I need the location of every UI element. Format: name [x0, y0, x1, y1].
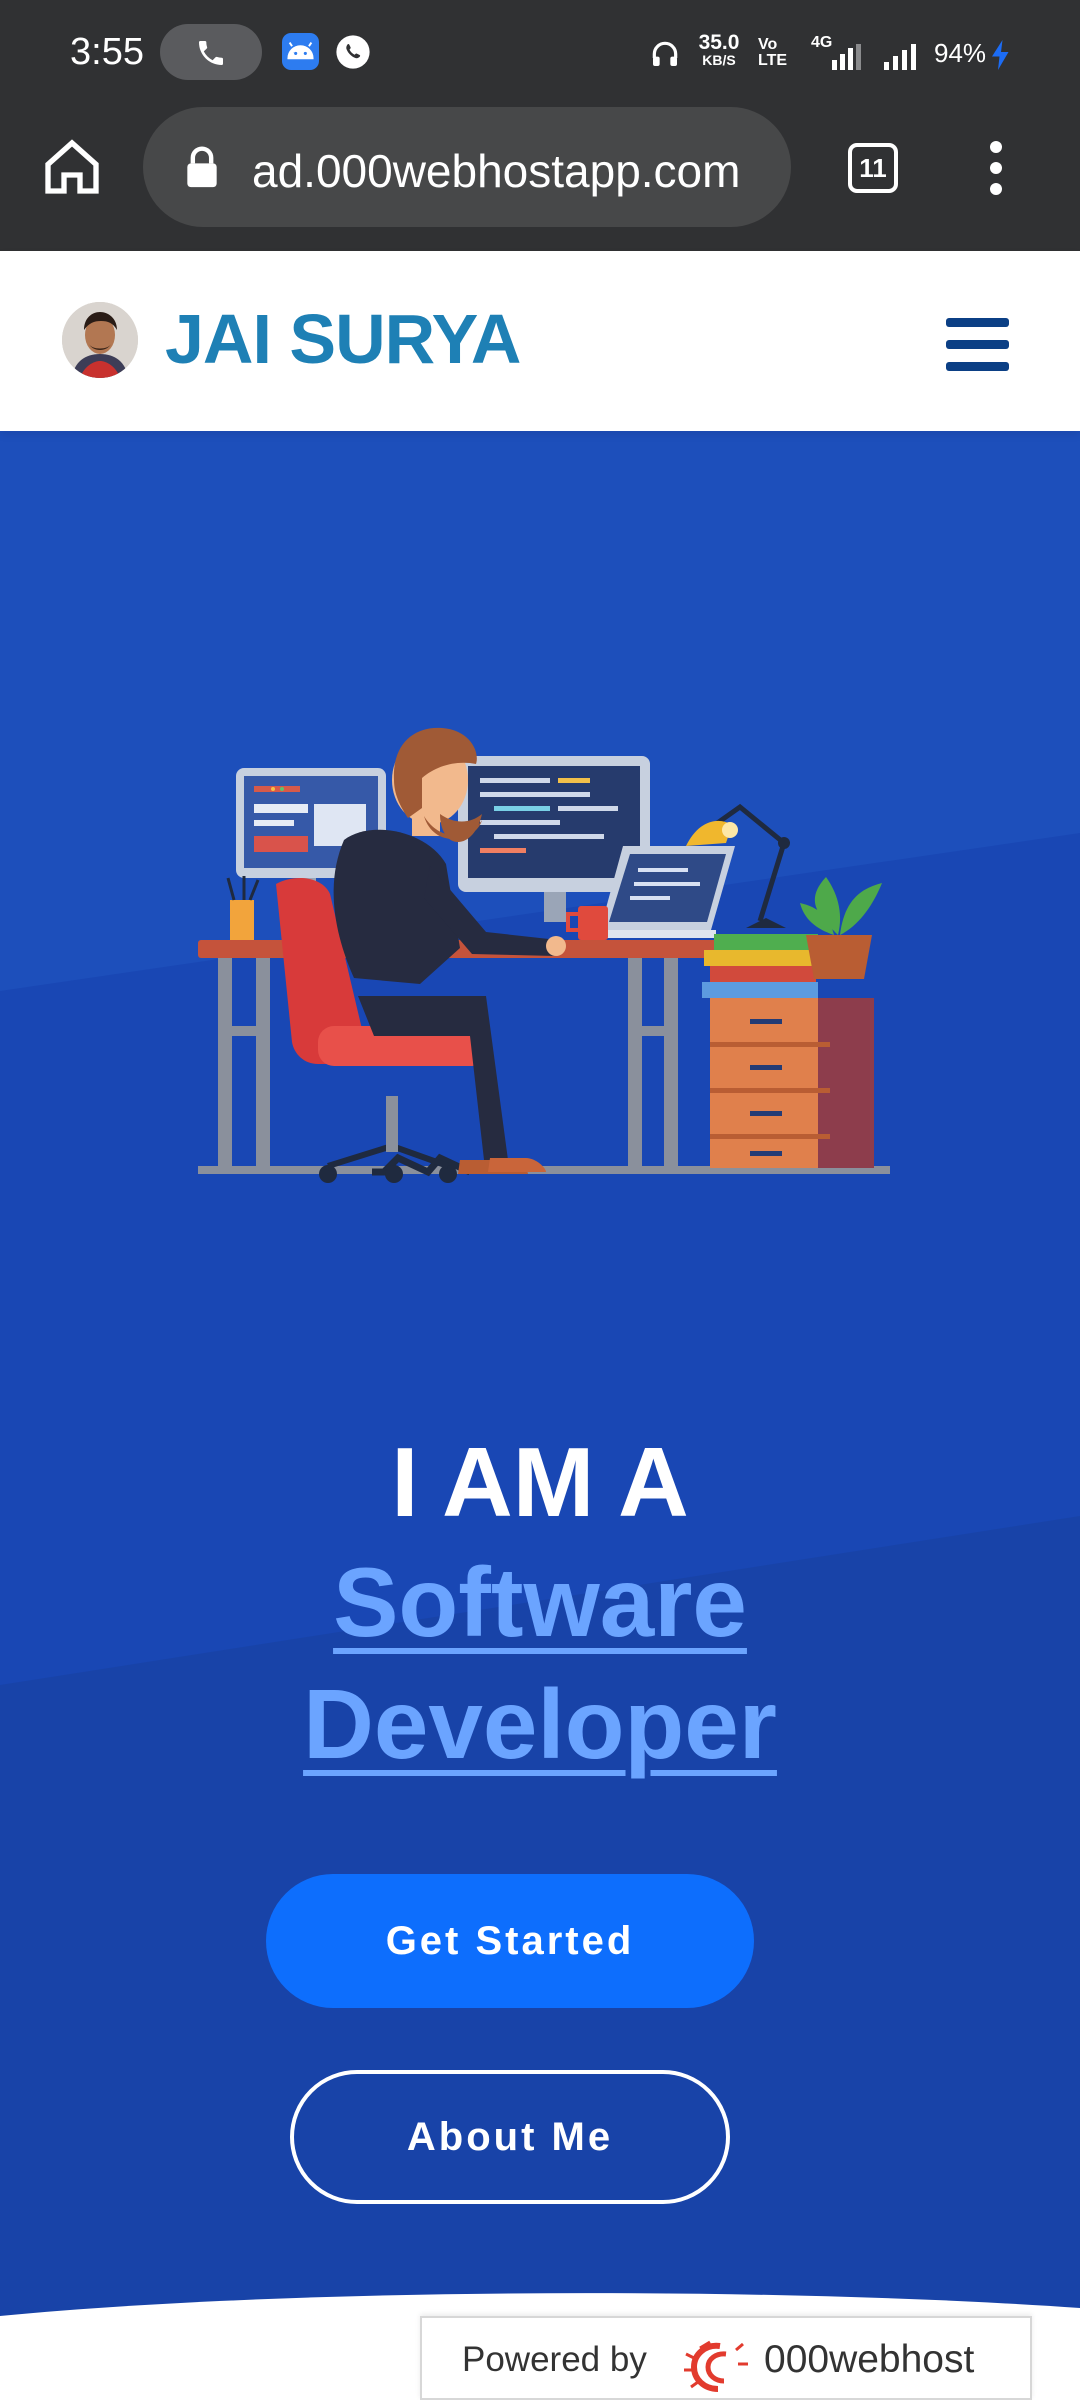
address-bar[interactable]: ad.000webhostapp.com [143, 107, 791, 227]
developer-illustration [198, 727, 890, 1183]
hero-title: I AM A [391, 1427, 689, 1537]
site-logo[interactable]: JAI SURYA [165, 298, 521, 380]
signal-icon [884, 44, 916, 70]
network-speed: 35.0 KB/S [698, 31, 740, 68]
get-started-button[interactable]: Get Started [266, 1874, 754, 2008]
phone-call-icon [160, 24, 262, 80]
about-me-button[interactable]: About Me [290, 2070, 730, 2204]
android-notification-icon [282, 33, 319, 70]
overflow-menu-icon[interactable] [981, 141, 1011, 199]
webhost-brand: 000webhost [764, 2338, 975, 2381]
status-time: 3:55 [70, 31, 144, 73]
browser-toolbar: ad.000webhostapp.com 11 [0, 105, 1080, 251]
powered-by-label: Powered by [462, 2340, 647, 2379]
webhost-logo-icon [684, 2340, 748, 2392]
signal-icon [832, 44, 861, 70]
tab-switcher-icon[interactable]: 11 [848, 143, 898, 193]
home-icon[interactable] [40, 135, 104, 199]
headphones-icon [652, 41, 678, 66]
whatsapp-icon [336, 35, 370, 69]
battery-percent: 94% [934, 38, 987, 68]
avatar [62, 302, 138, 378]
site-header: JAI SURYA [0, 251, 1080, 431]
volte-indicator: Vo LTE [758, 36, 788, 69]
hero-section: I AM A Software Developer Get Started Ab… [0, 431, 1080, 2316]
status-bar: 3:55 35.0 KB/S Vo LTE 4G 94% [0, 0, 1080, 105]
lock-icon [187, 146, 217, 188]
powered-by-badge[interactable]: Powered by 000webhost [420, 2316, 1032, 2400]
url-text[interactable]: ad.000webhostapp.com [252, 145, 740, 197]
hamburger-menu-icon[interactable] [946, 318, 1009, 371]
battery-charging-icon [992, 40, 1009, 70]
hero-role-link[interactable]: Software Developer [0, 1541, 1080, 1785]
